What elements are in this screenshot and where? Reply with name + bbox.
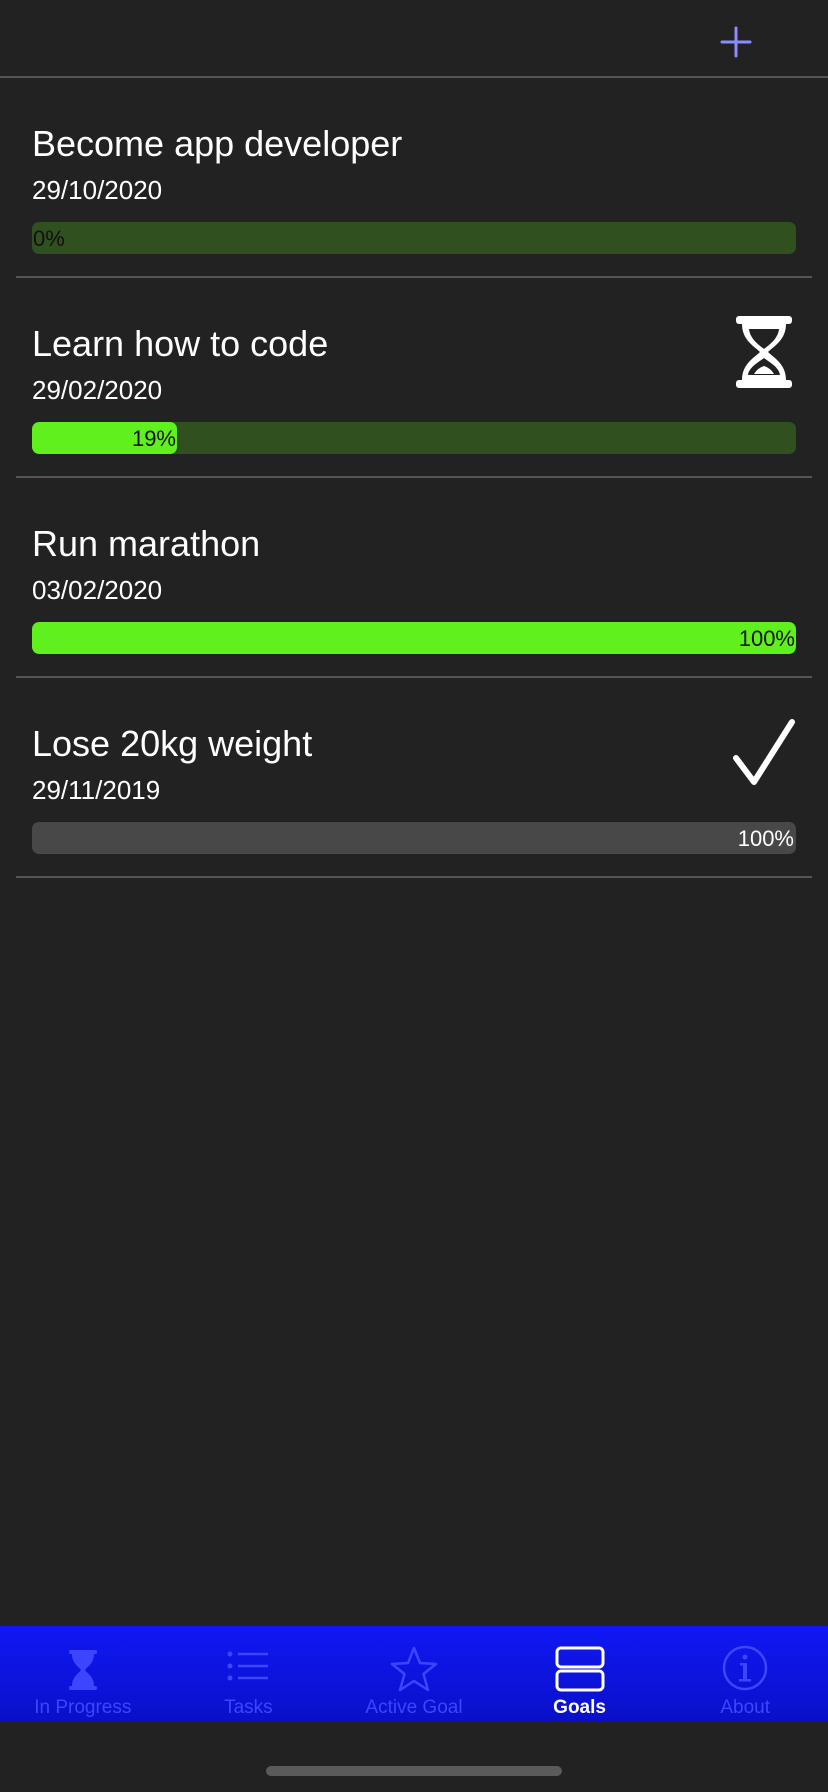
list-icon <box>227 1651 269 1681</box>
tab-label: Goals <box>553 1697 606 1718</box>
home-indicator[interactable] <box>266 1766 562 1776</box>
goal-row[interactable]: Learn how to code 29/02/2020 19% <box>16 278 812 478</box>
checkmark-icon <box>733 719 795 785</box>
hourglass-icon <box>736 316 792 388</box>
goal-title: Become app developer <box>32 123 403 164</box>
goal-progress-label: 0% <box>33 226 65 251</box>
goal-list: Become app developer 29/10/2020 0% Learn… <box>0 78 828 878</box>
goal-progress-fill <box>32 622 796 654</box>
goal-row[interactable]: Lose 20kg weight 29/11/2019 100% <box>16 678 812 878</box>
stacked-rows-icon <box>555 1646 605 1692</box>
goal-progress-bar: 100% <box>32 822 796 854</box>
goal-progress-label: 19% <box>131 426 176 451</box>
tab-about[interactable]: About <box>662 1626 828 1722</box>
tab-tasks[interactable]: Tasks <box>166 1626 332 1722</box>
goal-date: 29/02/2020 <box>32 375 163 405</box>
tab-bar: In Progress Tasks Active Goal Goals Abou… <box>0 1626 828 1722</box>
goal-row[interactable]: Run marathon 03/02/2020 100% <box>16 478 812 678</box>
tab-label: In Progress <box>34 1697 132 1718</box>
goal-progress-bar: 19% <box>32 422 796 454</box>
plus-icon <box>720 26 752 58</box>
add-goal-button[interactable] <box>714 20 758 64</box>
goal-title: Run marathon <box>32 523 261 564</box>
tab-active-goal[interactable]: Active Goal <box>331 1626 497 1722</box>
hourglass-icon <box>68 1650 97 1690</box>
goal-progress-bar: 0% <box>32 222 796 254</box>
tab-label: Tasks <box>224 1697 273 1718</box>
goal-row[interactable]: Become app developer 29/10/2020 0% <box>16 78 812 278</box>
goal-progress-label: 100% <box>737 826 794 851</box>
tab-label: About <box>720 1697 770 1718</box>
star-icon <box>390 1646 438 1692</box>
goal-date: 29/11/2019 <box>32 775 161 805</box>
goal-date: 29/10/2020 <box>32 175 163 205</box>
navigation-bar <box>0 0 828 78</box>
tab-goals[interactable]: Goals <box>497 1626 663 1722</box>
goal-title: Lose 20kg weight <box>32 723 313 764</box>
goal-date: 03/02/2020 <box>32 575 163 605</box>
goal-title: Learn how to code <box>32 323 329 364</box>
goal-progress-label: 100% <box>738 626 795 651</box>
home-indicator-area <box>0 1722 828 1792</box>
goal-progress-bar: 100% <box>32 622 796 654</box>
tab-in-progress[interactable]: In Progress <box>0 1626 166 1722</box>
tab-label: Active Goal <box>365 1697 463 1718</box>
info-icon <box>722 1645 768 1691</box>
